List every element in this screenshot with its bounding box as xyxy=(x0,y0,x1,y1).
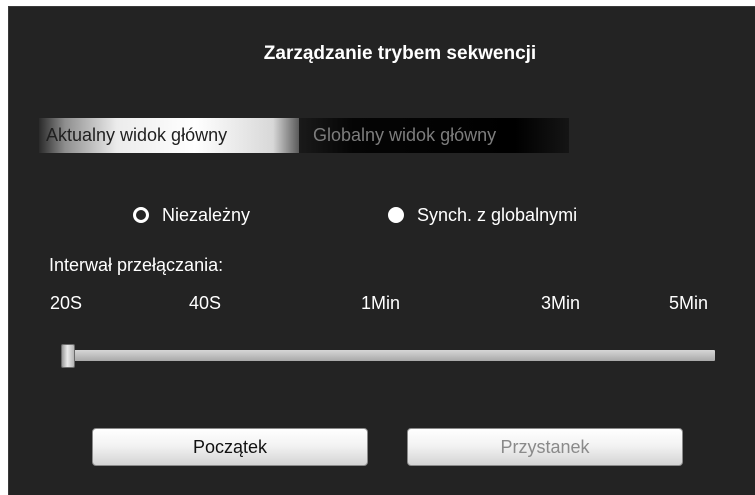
interval-tick-3min: 3Min xyxy=(541,293,581,313)
radio-independent-label: Niezależny xyxy=(162,205,251,225)
radio-independent[interactable]: Niezależny xyxy=(133,203,250,227)
dialog-title: Zarządzanie trybem sekwencji xyxy=(263,43,537,64)
interval-tick-5min: 5Min xyxy=(669,293,709,313)
interval-tick-1min: 1Min xyxy=(361,293,401,313)
radio-unchecked-icon[interactable] xyxy=(133,207,149,223)
stop-button[interactable]: Przystanek xyxy=(407,428,683,466)
interval-slider-thumb[interactable] xyxy=(61,344,75,368)
tab-current-main-view[interactable]: Aktualny widok główny xyxy=(39,118,299,153)
radio-checked-icon[interactable] xyxy=(388,207,404,223)
start-button[interactable]: Początek xyxy=(92,428,368,466)
tab-global-main-view[interactable]: Globalny widok główny xyxy=(299,118,569,153)
switch-interval-label: Interwał przełączania: xyxy=(49,255,224,275)
radio-sync-label: Synch. z globalnymi xyxy=(417,205,578,225)
sequence-mode-dialog: Zarządzanie trybem sekwencji Aktualny wi… xyxy=(8,6,755,495)
radio-sync-global[interactable]: Synch. z globalnymi xyxy=(388,203,577,227)
interval-tick-20s: 20S xyxy=(50,293,83,313)
interval-tick-40s: 40S xyxy=(189,293,222,313)
interval-slider-track[interactable] xyxy=(67,350,715,361)
